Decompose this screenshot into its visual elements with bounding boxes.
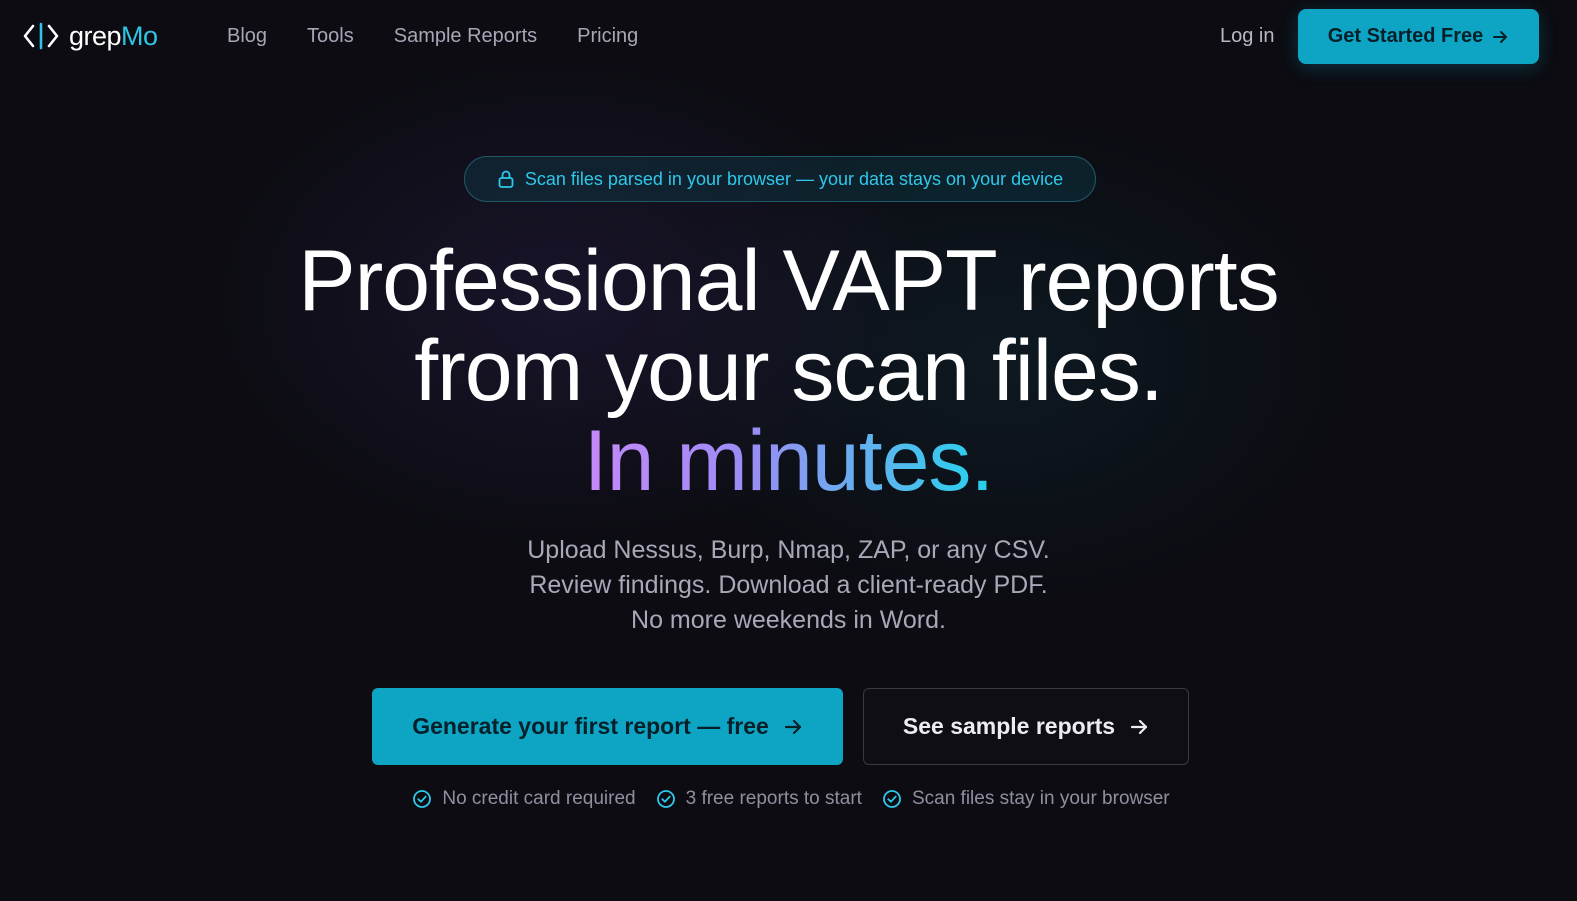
hero-headline-line2: from your scan files. [414, 323, 1163, 419]
badge-text: Scan files parsed in your browser — your… [524, 168, 1064, 189]
nav-link-tools[interactable]: Tools [307, 22, 354, 50]
subtitle-line2: Review findings. Download a client-ready… [529, 571, 1048, 599]
logo[interactable]: grepMo [22, 18, 158, 54]
check-item-text: 3 free reports to start [685, 788, 862, 809]
feature-checks: No credit card required 3 free reports t… [0, 786, 1577, 812]
subtitle-line3: No more weekends in Word. [631, 606, 946, 634]
nav-link-blog[interactable]: Blog [227, 22, 267, 50]
check-item: No credit card required [412, 786, 636, 812]
generate-report-label: Generate your first report — free [412, 713, 769, 739]
nav-links: Blog Tools Sample Reports Pricing [227, 22, 678, 50]
check-item: Scan files stay in your browser [882, 786, 1170, 812]
hero-headline-line3: In minutes. [0, 415, 1577, 507]
nav-link-sample-reports[interactable]: Sample Reports [394, 22, 537, 50]
logo-text-mo: Mo [121, 21, 158, 51]
generate-report-button[interactable]: Generate your first report — free [372, 688, 843, 765]
check-item: 3 free reports to start [656, 786, 862, 812]
privacy-badge: Scan files parsed in your browser — your… [464, 156, 1096, 202]
check-item-text: Scan files stay in your browser [911, 788, 1170, 809]
logo-text: grepMo [69, 18, 158, 54]
subtitle-line1: Upload Nessus, Burp, Nmap, ZAP, or any C… [527, 536, 1050, 564]
hero-headline-line1: Professional VAPT reports [298, 233, 1279, 329]
arrow-right-icon [783, 717, 803, 737]
get-started-label: Get Started Free [1327, 25, 1484, 47]
hero-highlight: In minutes. [583, 413, 995, 509]
landing-page: grepMo Blog Tools Sample Reports Pricing… [0, 0, 1577, 901]
check-circle-icon [882, 789, 902, 809]
get-started-button[interactable]: Get Started Free [1298, 9, 1539, 64]
check-item-text: No credit card required [442, 788, 636, 809]
see-sample-reports-button[interactable]: See sample reports [863, 688, 1189, 765]
arrow-right-icon [1129, 717, 1149, 737]
top-nav: grepMo Blog Tools Sample Reports Pricing… [0, 0, 1577, 72]
code-brackets-icon [22, 18, 60, 54]
login-link[interactable]: Log in [1220, 22, 1275, 50]
arrow-right-icon [1491, 28, 1509, 46]
nav-link-pricing[interactable]: Pricing [577, 22, 638, 50]
see-sample-reports-label: See sample reports [902, 713, 1116, 739]
check-circle-icon [656, 789, 676, 809]
logo-text-grep: grep [69, 21, 122, 51]
lock-icon [497, 169, 515, 189]
check-circle-icon [412, 789, 432, 809]
